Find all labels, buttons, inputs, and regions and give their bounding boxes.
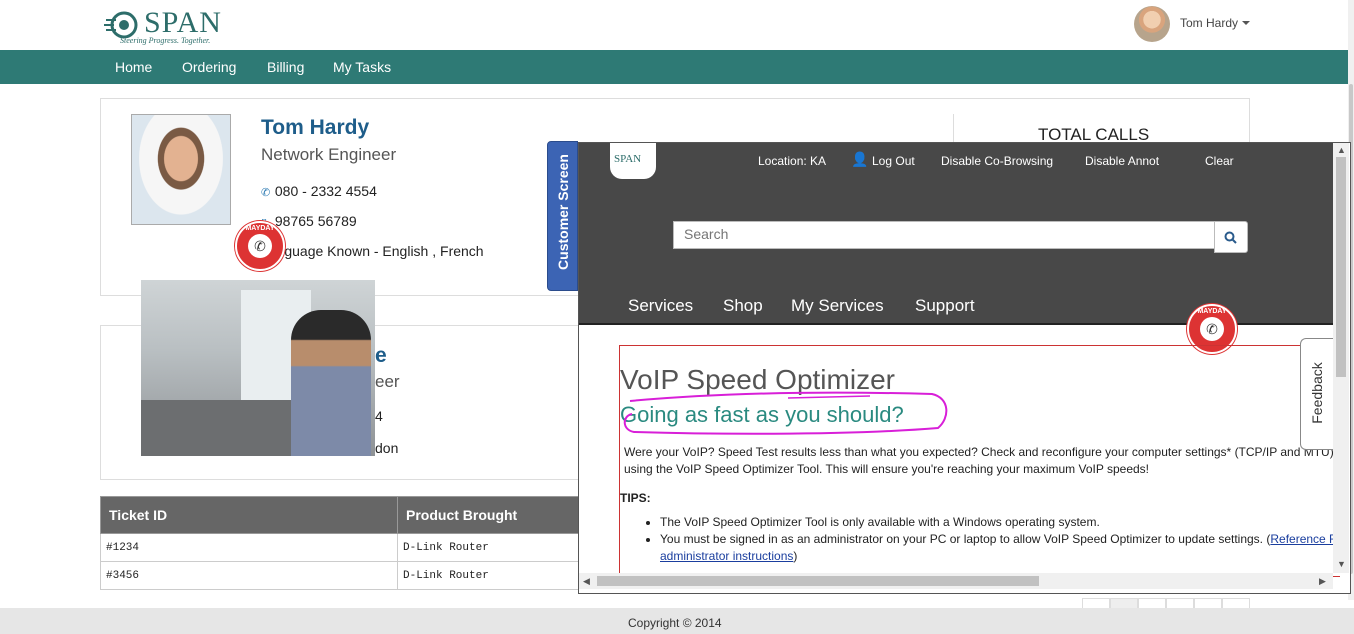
search-input[interactable] [674,222,1214,246]
product-cell: D-Link Router [397,533,580,562]
ticket-id-cell: #3456 [100,561,398,590]
secondary-location-fragment: don [375,440,399,456]
frame-vscroll-thumb[interactable] [1336,157,1346,377]
footer: Copyright © 2014 [0,608,1354,634]
logout-link[interactable]: Log Out [872,154,915,168]
cobrowse-logo-text: SPAN [614,153,642,165]
user-avatar[interactable] [1134,6,1170,42]
disable-annot-link[interactable]: Disable Annot [1085,154,1159,168]
nav-services[interactable]: Services [628,296,693,316]
disable-cobrowsing-link[interactable]: Disable Co-Browsing [941,154,1053,168]
search-field[interactable] [673,221,1217,249]
search-icon [1224,231,1237,244]
product-cell: D-Link Router [397,561,580,590]
video-feed[interactable] [141,280,375,456]
voip-description: Were your VoIP? Speed Test results less … [624,445,1334,476]
nav-billing[interactable]: Billing [267,59,304,75]
copyright-text: Copyright © 2014 [628,616,722,630]
logo-tagline: Steering Progress. Together. [120,36,211,45]
nav-ordering[interactable]: Ordering [182,59,236,75]
profile-languages: Language Known - English , French [261,243,484,259]
profile-phone-primary: 080 - 2332 4554 [274,183,377,199]
profile-phone-line: ✆ 080 - 2332 4554 [261,183,377,199]
main-nav: Home Ordering Billing My Tasks [0,50,1350,84]
feedback-tab[interactable]: Feedback [1300,338,1335,450]
logo-text: SPAN [144,6,222,39]
phone-icon: ✆ [1200,317,1224,341]
user-icon: 👤 [851,151,869,167]
cobrowse-frame: SPAN Location: KA 👤 Log Out Disable Co-B… [578,142,1351,594]
tip-text: The VoIP Speed Optimizer Tool is only av… [660,515,1100,529]
location-indicator: Location: KA [758,154,827,168]
scroll-up-icon[interactable]: ▲ [1337,145,1346,155]
profile-photo [131,114,231,225]
feedback-label: Feedback [1309,362,1325,424]
nav-shop[interactable]: Shop [723,296,763,316]
list-item: The VoIP Speed Optimizer Tool is only av… [660,514,1340,531]
nav-support[interactable]: Support [915,296,975,316]
mayday-label: MAYDAY [245,225,275,232]
profile-phone-mobile: 98765 56789 [274,213,357,229]
frame-hscroll-thumb[interactable] [597,576,1039,586]
secondary-name-fragment: e [375,344,387,367]
nav-home[interactable]: Home [115,59,152,75]
frame-vertical-scrollbar[interactable]: ▲ ▼ [1333,143,1349,573]
ticket-table: Ticket ID Product Brought #1234 D-Link R… [100,496,580,590]
ticket-id-cell: #1234 [100,533,398,562]
video-person [291,310,371,456]
nav-my-services[interactable]: My Services [791,296,884,316]
clear-link[interactable]: Clear [1205,154,1234,168]
scroll-down-icon[interactable]: ▼ [1337,559,1346,569]
mayday-button[interactable]: MAYDAY ✆ [235,221,285,271]
tip-text: You must be signed in as an administrato… [660,532,1271,546]
table-row[interactable]: #3456 D-Link Router [100,561,580,590]
mayday-label: MAYDAY [1197,308,1227,315]
customer-screen-label: Customer Screen [555,154,571,270]
search-button[interactable] [1214,221,1248,253]
customer-screen-tab[interactable]: Customer Screen [547,141,578,291]
voip-content: VoIP Speed Optimizer Going as fast as yo… [619,345,1340,577]
scroll-right-icon[interactable]: ▶ [1319,576,1326,587]
nav-my-tasks[interactable]: My Tasks [333,59,391,75]
annotation-highlight [623,391,948,435]
tips-list: The VoIP Speed Optimizer Tool is only av… [620,514,1340,565]
video-desk [141,400,291,456]
table-row[interactable]: #1234 D-Link Router [100,533,580,562]
phone-icon: ✆ [261,187,271,199]
frame-horizontal-scrollbar[interactable]: ◀ ▶ [579,573,1333,589]
span-logo[interactable]: SPAN Steering Progress. Together. [100,6,230,46]
tips-heading: TIPS: [620,491,651,505]
secondary-title-fragment: eer [375,372,400,391]
cobrowse-header: SPAN Location: KA 👤 Log Out Disable Co-B… [579,143,1333,323]
divider [953,114,954,144]
profile-name: Tom Hardy [261,116,370,139]
tip-text-end: ) [793,549,798,563]
secondary-phone-fragment: 4 [375,408,383,424]
user-menu-name[interactable]: Tom Hardy [1180,16,1238,30]
cobrowse-logo[interactable]: SPAN [610,143,656,179]
phone-icon: ✆ [248,234,272,258]
scroll-left-icon[interactable]: ◀ [583,576,590,587]
table-header-row: Ticket ID Product Brought [100,496,580,534]
column-header-product[interactable]: Product Brought [397,496,580,534]
list-item: You must be signed in as an administrato… [660,531,1340,565]
profile-title: Network Engineer [261,145,397,164]
column-header-ticket-id[interactable]: Ticket ID [100,496,398,534]
chevron-down-icon[interactable] [1242,21,1250,25]
